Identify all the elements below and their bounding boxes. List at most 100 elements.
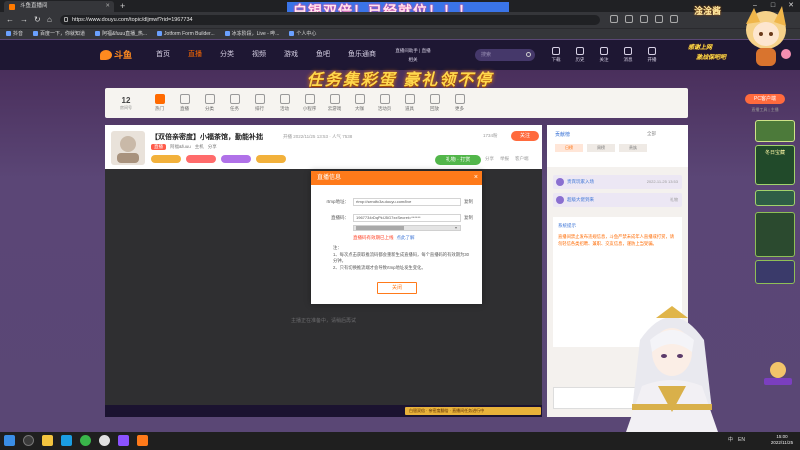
douyu-app-icon[interactable] xyxy=(137,435,148,446)
feed-item[interactable]: 贵宾玩家入场 2022-11-25 13:53 xyxy=(553,175,682,189)
quick-tab[interactable]: 小程序 xyxy=(299,94,320,112)
ime-indicator[interactable]: 中 xyxy=(728,435,733,446)
promo-card[interactable] xyxy=(755,260,795,284)
badge[interactable] xyxy=(221,155,251,163)
learn-more-link[interactable]: 点此了解 xyxy=(397,235,415,240)
quick-tab[interactable]: 直播 xyxy=(174,94,195,112)
nav-home[interactable]: 首页 xyxy=(156,49,170,61)
back-icon[interactable]: ← xyxy=(6,14,14,26)
reload-icon[interactable]: ↻ xyxy=(34,14,41,26)
nav-live[interactable]: 直播 xyxy=(188,49,202,61)
edge-icon[interactable] xyxy=(61,435,72,446)
new-tab-icon[interactable]: + xyxy=(120,0,125,12)
windows-start-icon[interactable] xyxy=(4,435,15,446)
site-logo[interactable]: 斗鱼 xyxy=(100,48,144,62)
search-icon[interactable] xyxy=(23,435,34,446)
camera-icon xyxy=(648,47,656,55)
copy-code-button[interactable]: 复制 xyxy=(464,214,473,222)
site-search-input[interactable]: 搜索 xyxy=(475,49,535,61)
rtmp-field[interactable]: rtmp://sendfc3a.douyu.com/live xyxy=(353,198,461,206)
nav-category[interactable]: 分类 xyxy=(220,49,234,61)
gift-button[interactable]: 礼物 · 打赏 xyxy=(435,155,481,165)
report-link[interactable]: 举报 xyxy=(500,156,509,162)
bookmark-item[interactable]: 阿福&fuuu直播_热... xyxy=(95,29,147,39)
user-avatar-icon xyxy=(556,178,564,186)
vtuber-caption: 激战保吧吧 xyxy=(696,55,727,61)
quick-tab[interactable]: 云游戏 xyxy=(324,94,345,112)
bookmark-item[interactable]: 个人中心 xyxy=(289,29,316,39)
chrome-icon[interactable] xyxy=(80,435,91,446)
extension-icon[interactable] xyxy=(610,15,618,23)
nav-games[interactable]: 游戏 xyxy=(284,49,298,61)
nav-shop[interactable]: 鱼乐通商 xyxy=(348,49,376,61)
code-label: 直播码： xyxy=(331,215,349,220)
client-link[interactable]: 客户端 xyxy=(515,156,529,162)
search-icon[interactable] xyxy=(526,52,531,57)
rank-tab[interactable]: 日榜 xyxy=(555,144,583,152)
browser-tab[interactable]: 斗鱼直播间 ✕ xyxy=(4,1,114,12)
bookmark-item[interactable]: 百度一下，你就知道 xyxy=(33,29,85,39)
streamer-help-link[interactable]: 直播间助手 | 直播相关 xyxy=(394,46,432,64)
obs-icon[interactable] xyxy=(99,435,110,446)
quick-tab[interactable]: 任务 xyxy=(224,94,245,112)
rank-more-link[interactable]: 全部 xyxy=(647,131,656,137)
badge[interactable] xyxy=(186,155,216,163)
quick-tab[interactable]: 道具 xyxy=(399,94,420,112)
rank-tab[interactable]: 贵族 xyxy=(619,144,647,152)
badge[interactable] xyxy=(256,155,286,163)
nav-video[interactable]: 视频 xyxy=(252,49,266,61)
share-link[interactable]: 分享 xyxy=(485,156,494,162)
close-icon[interactable]: × xyxy=(474,171,478,185)
category-link[interactable]: 分享 xyxy=(208,144,217,150)
collections-icon[interactable] xyxy=(640,15,648,23)
pc-client-subtitle[interactable]: 直播工具 | 主播 xyxy=(745,107,785,113)
copy-rtmp-button[interactable]: 复制 xyxy=(464,198,473,206)
code-row: 直播码： 1967734rDqPkIJ5G7xxSecret=****** 复制 xyxy=(311,214,482,224)
download-button[interactable]: 下载 xyxy=(548,47,564,63)
badge[interactable] xyxy=(151,155,181,163)
category-link[interactable]: 阿福&fuuu xyxy=(170,144,191,150)
favorites-icon[interactable] xyxy=(625,15,633,23)
quick-tab[interactable]: 更多 xyxy=(449,94,470,112)
menu-icon[interactable] xyxy=(670,15,678,23)
quick-tab[interactable]: 回放 xyxy=(424,94,445,112)
promo-slogan: 任务集彩蛋 豪礼领不停 xyxy=(306,72,494,89)
quick-tab[interactable]: 大咖 xyxy=(349,94,370,112)
category-tag[interactable]: 直播 xyxy=(151,144,166,150)
quick-tab[interactable]: 分类 xyxy=(199,94,220,112)
forward-icon[interactable]: → xyxy=(20,14,28,26)
nav-fishbar[interactable]: 鱼吧 xyxy=(316,49,330,61)
bookmark-item[interactable]: 抖音 xyxy=(6,29,23,39)
stream-code-field[interactable]: 1967734rDqPkIJ5G7xxSecret=****** xyxy=(353,214,461,222)
quick-tab[interactable]: 热门 xyxy=(149,94,170,112)
promo-card[interactable] xyxy=(755,190,795,206)
system-clock[interactable]: 15:00 2022/11/25 xyxy=(766,434,798,446)
bookmark-item[interactable]: 冰冻阶段，Live - 哔... xyxy=(224,29,279,39)
profile-icon[interactable] xyxy=(655,15,663,23)
home-icon[interactable]: ⌂ xyxy=(47,14,52,26)
app-icon[interactable] xyxy=(118,435,129,446)
language-indicator[interactable]: EN xyxy=(738,435,745,446)
pc-client-button[interactable]: PC客户端 xyxy=(745,94,785,104)
quick-tab[interactable]: 排行 xyxy=(249,94,270,112)
start-stream-button[interactable]: 开播 xyxy=(644,47,660,63)
quick-tab[interactable]: 活动 xyxy=(274,94,295,112)
promo-card[interactable]: 冬日宝藏 xyxy=(755,145,795,185)
bookmark-item[interactable]: Jotform Form Builder... xyxy=(157,29,215,39)
feed-item[interactable]: 超级大佬到来 礼物 xyxy=(553,193,682,207)
promo-card[interactable] xyxy=(755,212,795,257)
tab-close-icon[interactable]: ✕ xyxy=(105,1,110,12)
url-input[interactable]: https://www.douyu.com/topic/dljmwf?rid=1… xyxy=(60,15,600,25)
dialog-close-button[interactable]: 关闭 xyxy=(377,282,417,294)
category-link[interactable]: 主机 xyxy=(195,144,204,150)
code-select[interactable]: ▾ xyxy=(353,225,461,231)
messages-button[interactable]: 消息 xyxy=(620,47,636,63)
file-explorer-icon[interactable] xyxy=(42,435,53,446)
promo-card[interactable] xyxy=(755,120,795,142)
follow-button[interactable]: 关注 xyxy=(511,131,539,141)
history-button[interactable]: 历史 xyxy=(572,47,588,63)
follow-list-button[interactable]: 关注 xyxy=(596,47,612,63)
quick-tab[interactable]: 活动页 xyxy=(374,94,395,112)
streamer-avatar[interactable] xyxy=(111,131,145,165)
rank-tab[interactable]: 周榜 xyxy=(587,144,615,152)
